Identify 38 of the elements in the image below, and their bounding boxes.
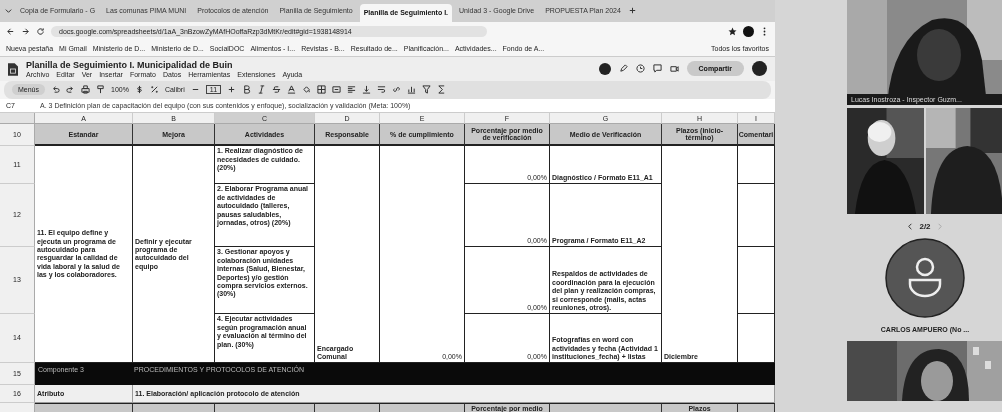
currency-icon[interactable] <box>134 85 144 95</box>
chart-icon[interactable] <box>407 85 417 95</box>
reload-icon[interactable] <box>36 26 45 36</box>
strikethrough-icon[interactable] <box>272 85 282 95</box>
redo-icon[interactable] <box>66 85 75 95</box>
user-avatar-icon <box>885 238 965 318</box>
forward-icon[interactable] <box>21 26 30 36</box>
fill-color-icon[interactable] <box>302 85 312 95</box>
print-icon[interactable] <box>81 85 90 95</box>
star-icon[interactable] <box>728 26 737 36</box>
column-heading <box>738 403 775 412</box>
tab-list-icon[interactable] <box>4 6 13 16</box>
new-tab-icon[interactable] <box>627 6 637 16</box>
document-title[interactable]: Planilla de Seguimiento I. Municipalidad de Buin <box>26 59 303 70</box>
bold-icon[interactable] <box>242 85 252 95</box>
undo-icon[interactable] <box>51 85 60 95</box>
clock-icon[interactable] <box>635 64 645 74</box>
merge-icon[interactable] <box>332 85 342 95</box>
page-indicator: 2/2 <box>919 221 931 231</box>
filter-icon[interactable] <box>422 85 432 95</box>
pencil-icon[interactable] <box>618 64 628 74</box>
paint-format-icon[interactable] <box>96 85 105 95</box>
text-color-icon[interactable] <box>287 85 297 95</box>
italic-icon[interactable] <box>257 85 267 95</box>
percent-icon[interactable] <box>149 85 159 95</box>
align-icon[interactable] <box>347 85 357 95</box>
link-icon[interactable] <box>392 85 402 95</box>
back-icon[interactable] <box>6 26 15 36</box>
vertical-align-icon[interactable] <box>362 85 372 95</box>
comment-icon[interactable] <box>652 64 662 74</box>
borders-icon[interactable] <box>317 85 327 95</box>
sum-icon[interactable] <box>437 85 447 95</box>
sheets-logo-icon[interactable] <box>8 61 18 76</box>
profile-avatar[interactable] <box>743 25 754 37</box>
camera-icon[interactable] <box>669 64 679 74</box>
account-avatar[interactable] <box>752 61 767 77</box>
wrap-icon[interactable] <box>377 85 387 95</box>
plus-icon[interactable] <box>227 85 237 95</box>
